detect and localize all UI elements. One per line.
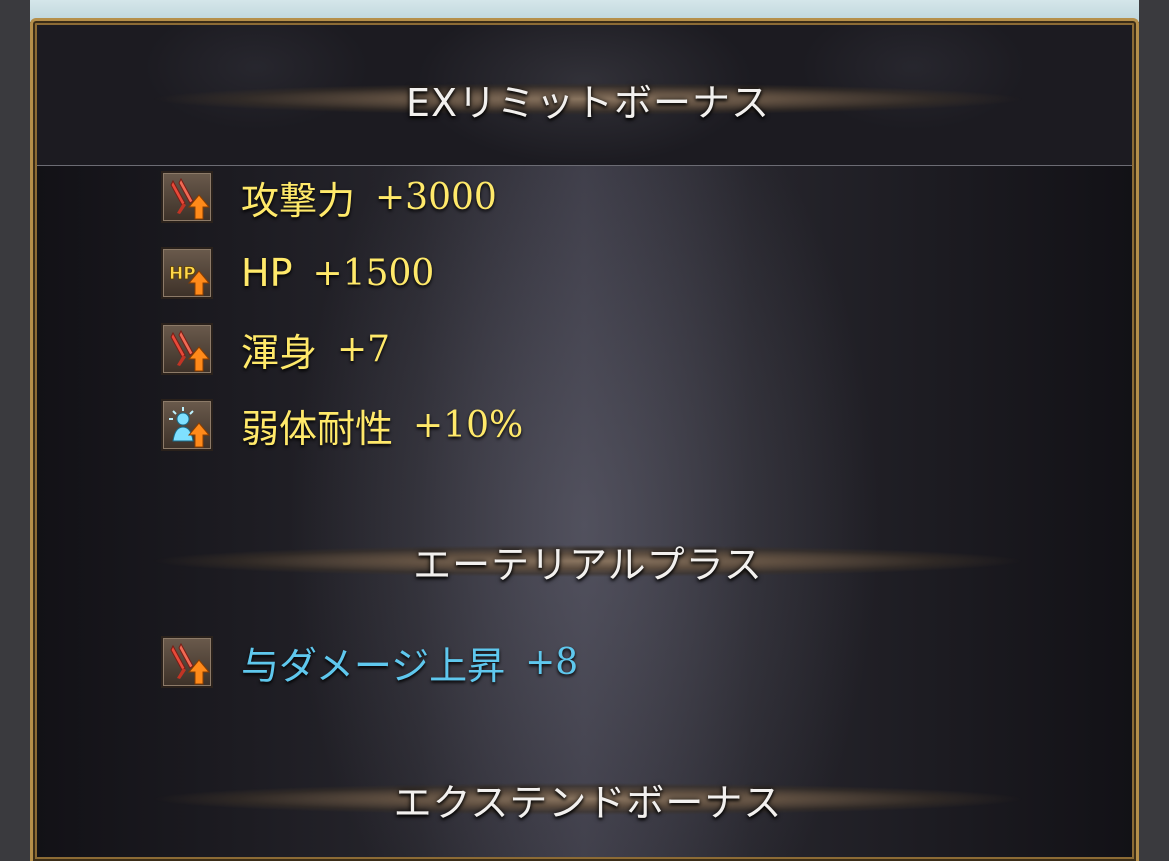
stat-value: +8 xyxy=(525,641,579,683)
debuff-resist-up-icon xyxy=(161,399,213,451)
attack-up-icon xyxy=(161,323,213,375)
section-title: エクステンドボーナス xyxy=(393,780,783,825)
section-title: EXリミットボーナス xyxy=(405,80,771,125)
section-banner-extend: エクステンドボーナス xyxy=(153,777,1023,825)
section-title: エーテリアルプラス xyxy=(413,542,763,587)
section-banner-ethereal-plus: エーテリアルプラス xyxy=(153,539,1023,587)
stat-value: +3000 xyxy=(375,176,497,218)
stat-value: +1500 xyxy=(312,252,435,294)
stat-value: +7 xyxy=(337,328,391,370)
bonus-row-stamina: 渾身 +7 xyxy=(161,319,390,379)
attack-up-icon xyxy=(161,636,213,688)
hp-up-icon: HP xyxy=(161,247,213,299)
stat-name: 弱体耐性 xyxy=(241,406,394,451)
stat-name: 与ダメージ上昇 xyxy=(241,643,506,688)
stat-value: +10% xyxy=(413,404,524,446)
bonus-panel: EXリミットボーナス 攻撃力 +3000 HP HP +1500 渾身 +7 弱… xyxy=(30,18,1139,861)
bonus-row-debuff-resist: 弱体耐性 +10% xyxy=(161,395,523,455)
section-banner-ex-limit: EXリミットボーナス xyxy=(153,77,1023,125)
attack-up-icon xyxy=(161,171,213,223)
bonus-row-attack: 攻撃力 +3000 xyxy=(161,167,497,227)
bonus-row-hp: HP HP +1500 xyxy=(161,243,434,303)
stat-name: HP xyxy=(241,251,293,295)
bonus-row-damage-up: 与ダメージ上昇 +8 xyxy=(161,632,578,692)
stat-name: 渾身 xyxy=(241,330,318,375)
stat-name: 攻撃力 xyxy=(241,178,356,223)
